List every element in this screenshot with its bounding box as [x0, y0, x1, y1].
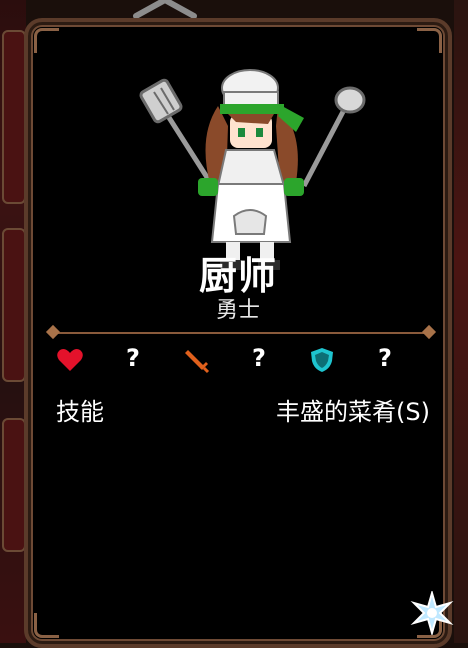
background-card-slot	[2, 30, 26, 204]
hp-value: ?	[126, 344, 140, 372]
defense-value: ?	[378, 344, 392, 372]
stats-row: ? ? ?	[54, 344, 430, 376]
chevron-up-icon[interactable]	[130, 0, 200, 18]
frame-corner	[34, 28, 59, 53]
sword-icon	[185, 350, 210, 374]
divider-diamond	[421, 324, 437, 340]
frame-corner	[34, 613, 59, 638]
background-card-slot	[2, 228, 26, 382]
section-divider	[45, 324, 437, 340]
background-card-strip-right	[454, 0, 468, 643]
frame-corner	[417, 28, 442, 53]
divider-diamond	[45, 324, 61, 340]
hero-job: 勇士	[215, 298, 260, 323]
snowflake-star-icon	[410, 591, 454, 635]
skill-name[interactable]: 丰盛的菜肴(S)	[276, 392, 430, 427]
background-card-strip-left	[0, 0, 26, 643]
skill-row: 技能 丰盛的菜肴(S)	[54, 392, 430, 427]
hero-card: 厨师 勇士 ? ? ? 技能 丰盛的菜肴(S)	[24, 18, 452, 648]
spatula-icon	[139, 78, 213, 184]
skill-label: 技能	[56, 398, 104, 426]
shield-icon	[311, 348, 333, 372]
ladle-icon	[301, 86, 366, 188]
heart-icon	[57, 349, 83, 371]
attack-value: ?	[252, 344, 266, 372]
background-card-slot	[2, 418, 26, 552]
